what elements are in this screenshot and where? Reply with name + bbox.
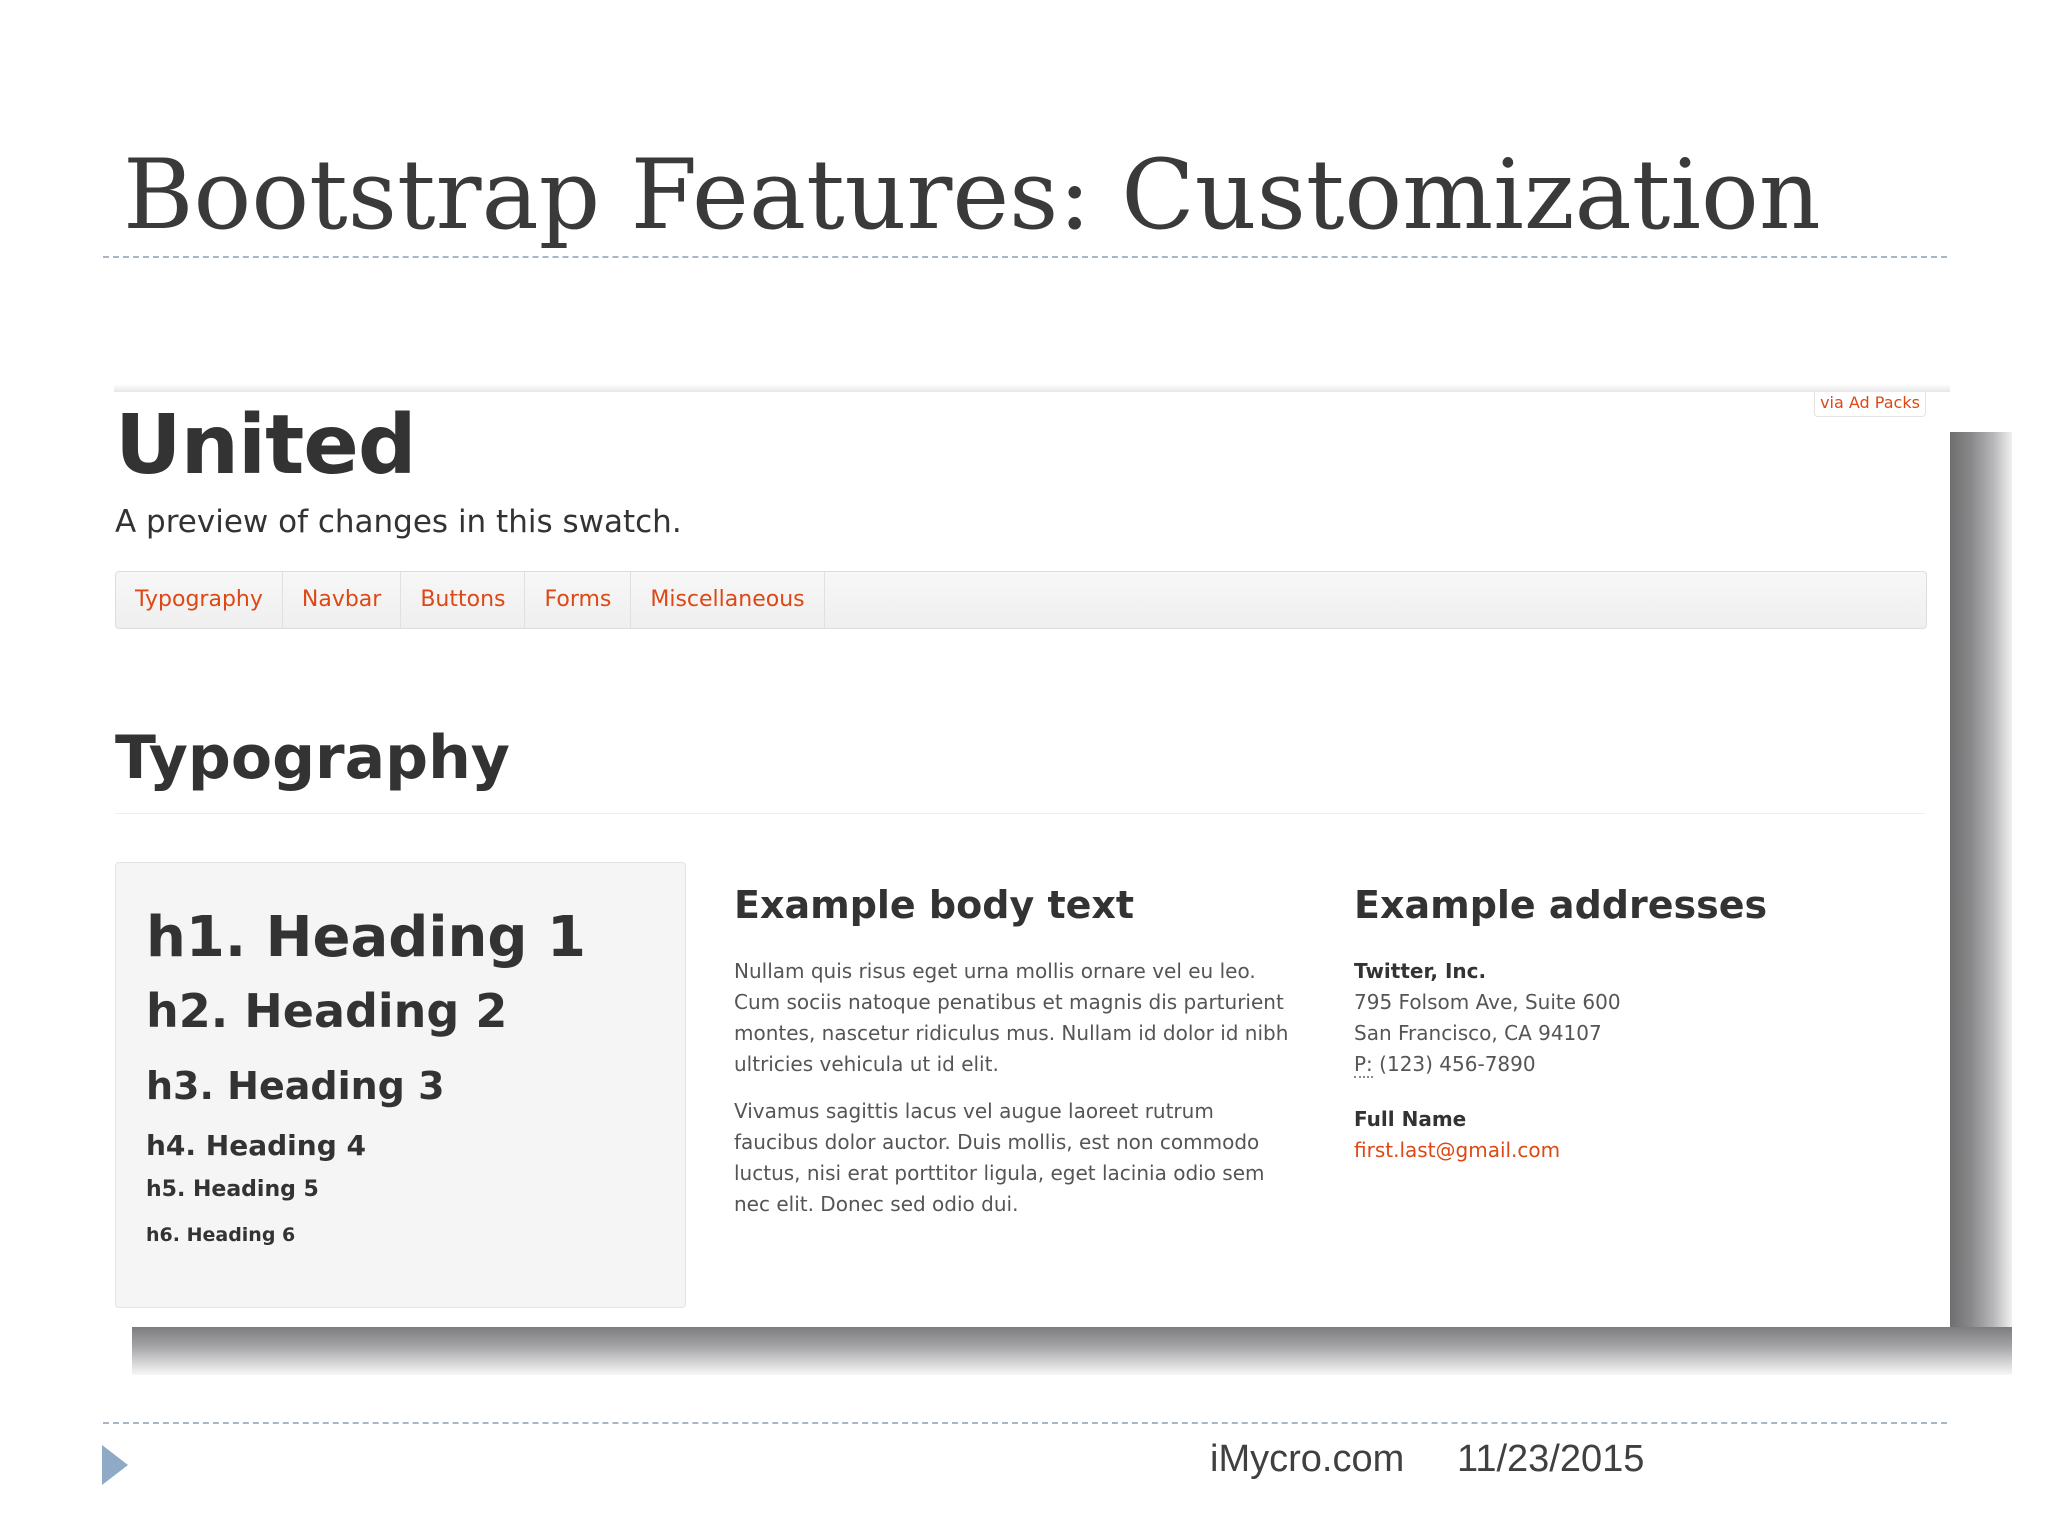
company-address: Twitter, Inc. 795 Folsom Ave, Suite 600 … (1354, 956, 1914, 1080)
subnav-item-miscellaneous[interactable]: Miscellaneous (631, 572, 825, 628)
screenshot-shadow-bottom (132, 1327, 2012, 1375)
body-text-column: Example body text Nullam quis risus eget… (734, 882, 1294, 1236)
title-divider (103, 256, 1947, 258)
heading-5-sample: h5. Heading 5 (146, 1177, 319, 1202)
person-address: Full Name first.last@gmail.com (1354, 1104, 1914, 1166)
phone-line: P: (123) 456-7890 (1354, 1049, 1914, 1080)
heading-1-sample: h1. Heading 1 (146, 905, 586, 970)
addresses-column: Example addresses Twitter, Inc. 795 Fols… (1354, 882, 1914, 1190)
swatch-preview: via Ad Packs United A preview of changes… (114, 392, 1950, 1327)
company-name: Twitter, Inc. (1354, 959, 1487, 983)
subnav-item-buttons[interactable]: Buttons (401, 572, 526, 628)
person-name: Full Name (1354, 1107, 1467, 1131)
heading-4-sample: h4. Heading 4 (146, 1129, 366, 1162)
heading-6-sample: h6. Heading 6 (146, 1224, 296, 1246)
subnav-item-navbar[interactable]: Navbar (283, 572, 402, 628)
footer-date: 11/23/2015 (1457, 1438, 1645, 1480)
heading-3-sample: h3. Heading 3 (146, 1064, 445, 1108)
screenshot-frame: via Ad Packs United A preview of changes… (114, 384, 2012, 1375)
heading-2-sample: h2. Heading 2 (146, 984, 508, 1038)
phone-abbr: P: (1354, 1052, 1373, 1078)
section-divider (115, 813, 1925, 814)
swatch-brand: United (115, 398, 417, 493)
screenshot-top-fade (114, 384, 1950, 392)
ad-packs-link[interactable]: via Ad Packs (1814, 392, 1926, 417)
subnav-item-typography[interactable]: Typography (116, 572, 283, 628)
phone-number: (123) 456-7890 (1379, 1052, 1536, 1076)
screenshot-shadow-right (1950, 432, 2012, 1332)
subnav: Typography Navbar Buttons Forms Miscella… (115, 571, 1927, 629)
headings-well: h1. Heading 1 h2. Heading 2 h3. Heading … (115, 862, 686, 1308)
body-text-title: Example body text (734, 883, 1135, 927)
addresses-title: Example addresses (1354, 883, 1768, 927)
slide-marker-triangle-icon (102, 1445, 128, 1485)
city-line: San Francisco, CA 94107 (1354, 1021, 1602, 1045)
footer-divider (103, 1422, 1947, 1424)
slide-title: Bootstrap Features: Customization (123, 139, 1821, 251)
body-paragraph: Vivamus sagittis lacus vel augue laoreet… (734, 1099, 1265, 1216)
body-paragraph: Nullam quis risus eget urna mollis ornar… (734, 959, 1289, 1076)
swatch-tagline: A preview of changes in this swatch. (115, 504, 682, 540)
section-title: Typography (115, 723, 510, 793)
street-line: 795 Folsom Ave, Suite 600 (1354, 990, 1621, 1014)
email-link[interactable]: first.last@gmail.com (1354, 1135, 1914, 1166)
subnav-item-forms[interactable]: Forms (525, 572, 632, 628)
footer-site: iMycro.com (1210, 1438, 1405, 1480)
